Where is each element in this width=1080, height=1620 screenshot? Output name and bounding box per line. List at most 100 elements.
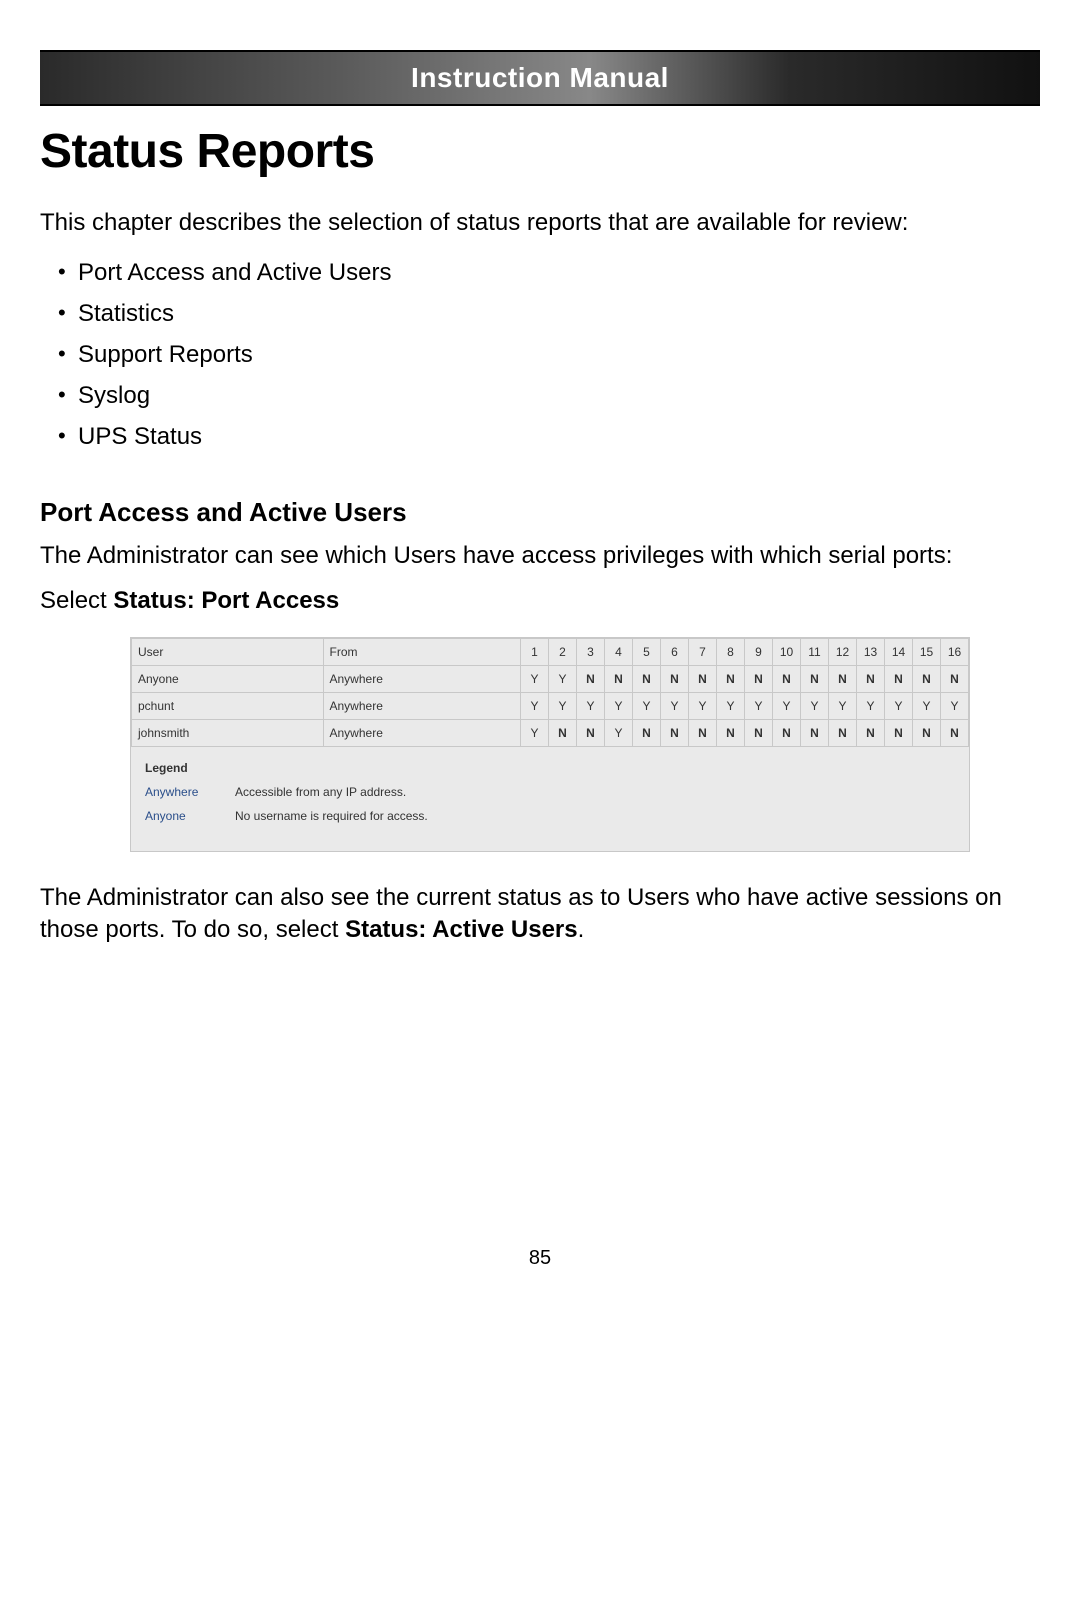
legend-term: Anywhere <box>145 785 235 799</box>
cell-from: Anywhere <box>323 692 521 719</box>
th-port: 10 <box>773 638 801 665</box>
cell-port: N <box>885 665 913 692</box>
cell-port: Y <box>885 692 913 719</box>
legend-term: Anyone <box>145 809 235 823</box>
cell-port: N <box>829 719 857 746</box>
cell-port: N <box>913 665 941 692</box>
th-port: 12 <box>829 638 857 665</box>
cell-port: N <box>829 665 857 692</box>
follow-bold: Status: Active Users <box>345 916 578 943</box>
cell-port: N <box>773 665 801 692</box>
th-port: 15 <box>913 638 941 665</box>
legend-def: No username is required for access. <box>235 809 428 823</box>
cell-port: Y <box>605 719 633 746</box>
cell-port: N <box>801 719 829 746</box>
port-access-table: User From 1 2 3 4 5 6 7 8 9 10 11 12 13 … <box>131 638 969 747</box>
cell-port: Y <box>605 692 633 719</box>
cell-port: Y <box>689 692 717 719</box>
header-title: Instruction Manual <box>40 62 1040 94</box>
cell-port: N <box>773 719 801 746</box>
select-line: Select Status: Port Access <box>40 587 1040 615</box>
th-port: 11 <box>801 638 829 665</box>
table-row: AnyoneAnywhereYYNNNNNNNNNNNNNN <box>132 665 969 692</box>
header-band: Instruction Manual <box>40 50 1040 106</box>
th-port: 4 <box>605 638 633 665</box>
port-access-screenshot: User From 1 2 3 4 5 6 7 8 9 10 11 12 13 … <box>130 637 970 852</box>
bullet-list: Port Access and Active Users Statistics … <box>40 253 1040 457</box>
cell-port: Y <box>801 692 829 719</box>
th-from: From <box>323 638 521 665</box>
select-bold: Status: Port Access <box>113 587 339 614</box>
th-port: 1 <box>521 638 549 665</box>
cell-from: Anywhere <box>323 665 521 692</box>
cell-port: N <box>689 665 717 692</box>
cell-port: N <box>913 719 941 746</box>
bullet-item: Statistics <box>58 294 1040 335</box>
bullet-item: Support Reports <box>58 335 1040 376</box>
th-port: 16 <box>941 638 969 665</box>
cell-port: Y <box>941 692 969 719</box>
follow-text: The Administrator can also see the curre… <box>40 882 1040 947</box>
cell-port: N <box>577 665 605 692</box>
page-number: 85 <box>40 1247 1040 1270</box>
cell-port: Y <box>521 719 549 746</box>
th-port: 14 <box>885 638 913 665</box>
cell-port: Y <box>745 692 773 719</box>
bullet-item: UPS Status <box>58 417 1040 458</box>
cell-port: N <box>885 719 913 746</box>
legend-row: Anywhere Accessible from any IP address. <box>145 785 955 799</box>
cell-port: Y <box>549 665 577 692</box>
cell-user: johnsmith <box>132 719 324 746</box>
cell-port: N <box>745 719 773 746</box>
cell-port: Y <box>521 692 549 719</box>
th-port: 13 <box>857 638 885 665</box>
legend-def: Accessible from any IP address. <box>235 785 406 799</box>
cell-port: N <box>857 665 885 692</box>
cell-port: N <box>717 665 745 692</box>
cell-port: N <box>633 665 661 692</box>
cell-port: N <box>801 665 829 692</box>
cell-port: Y <box>633 692 661 719</box>
table-row: johnsmithAnywhereYNNYNNNNNNNNNNNN <box>132 719 969 746</box>
cell-port: N <box>857 719 885 746</box>
cell-port: N <box>549 719 577 746</box>
cell-port: Y <box>913 692 941 719</box>
cell-port: Y <box>717 692 745 719</box>
cell-port: N <box>577 719 605 746</box>
cell-user: Anyone <box>132 665 324 692</box>
cell-port: Y <box>577 692 605 719</box>
th-user: User <box>132 638 324 665</box>
select-prefix: Select <box>40 587 113 614</box>
cell-port: N <box>661 665 689 692</box>
chapter-title: Status Reports <box>40 124 1040 179</box>
th-port: 7 <box>689 638 717 665</box>
cell-port: N <box>941 719 969 746</box>
th-port: 5 <box>633 638 661 665</box>
cell-port: Y <box>549 692 577 719</box>
th-port: 2 <box>549 638 577 665</box>
section-heading: Port Access and Active Users <box>40 497 1040 528</box>
table-row: pchuntAnywhereYYYYYYYYYYYYYYYY <box>132 692 969 719</box>
cell-port: Y <box>829 692 857 719</box>
cell-port: N <box>661 719 689 746</box>
bullet-item: Syslog <box>58 376 1040 417</box>
cell-port: Y <box>857 692 885 719</box>
cell-user: pchunt <box>132 692 324 719</box>
cell-port: N <box>745 665 773 692</box>
cell-port: N <box>717 719 745 746</box>
cell-port: Y <box>661 692 689 719</box>
cell-port: N <box>689 719 717 746</box>
legend-block: Legend Anywhere Accessible from any IP a… <box>131 747 969 823</box>
th-port: 6 <box>661 638 689 665</box>
legend-row: Anyone No username is required for acces… <box>145 809 955 823</box>
cell-port: Y <box>773 692 801 719</box>
bullet-item: Port Access and Active Users <box>58 253 1040 294</box>
table-header-row: User From 1 2 3 4 5 6 7 8 9 10 11 12 13 … <box>132 638 969 665</box>
th-port: 9 <box>745 638 773 665</box>
legend-title: Legend <box>145 761 955 775</box>
cell-port: Y <box>521 665 549 692</box>
section-body: The Administrator can see which Users ha… <box>40 540 1040 572</box>
follow-after: . <box>578 916 585 943</box>
cell-from: Anywhere <box>323 719 521 746</box>
cell-port: N <box>941 665 969 692</box>
